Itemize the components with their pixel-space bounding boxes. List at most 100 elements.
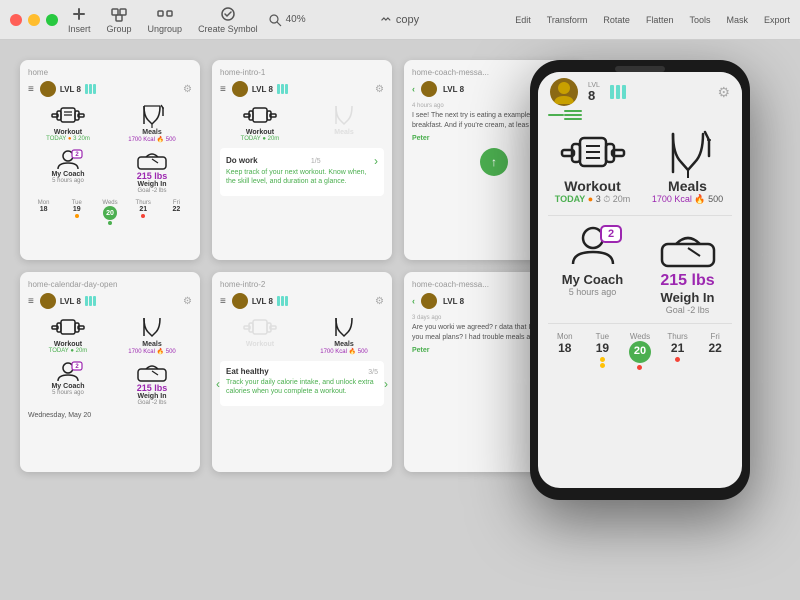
workout-icon-4 (28, 313, 108, 341)
cal-mon: Mon 18 (28, 200, 59, 225)
zoom-button[interactable] (46, 14, 58, 26)
prev-arrow[interactable]: ‹ (216, 377, 220, 391)
lvl-4: LVL 8 (60, 297, 81, 306)
workout-item: Workout TODAY ● 3 20m (28, 101, 108, 143)
calendar-row: Mon 18 Tue 19 Weds 20 Thurs 21 (28, 200, 192, 225)
coach-item: 2 My Coach 5 hours ago (28, 149, 108, 194)
coach-icon-4: 2 (28, 361, 108, 383)
workout-label-2: Workout (220, 129, 300, 136)
workout-label: Workout (28, 129, 108, 136)
workout-item-5: Workout (220, 313, 300, 355)
avatar-4 (40, 293, 56, 309)
xp-bars (85, 84, 96, 94)
card-calendar-label: home-calendar-day-open (28, 280, 192, 289)
task-progress: 1/5 (311, 158, 321, 165)
weighin-weight: 215 lbs (112, 171, 192, 181)
coach-label-4: My Coach (28, 383, 108, 390)
avatar-2 (232, 81, 248, 97)
phone-coach-label: My Coach (548, 272, 637, 287)
gear-icon-2[interactable]: ⚙ (375, 84, 384, 95)
phone-workout-meals-row: Workout TODAY ● 3 ⏱ 20m (538, 122, 742, 211)
meals-label-4: Meals (112, 341, 192, 348)
traffic-lights (10, 14, 58, 26)
phone-weighin-sub: Goal -2 lbs (643, 305, 732, 315)
meals-item: Meals 1700 Kcal 🔥 500 (112, 101, 192, 143)
phone-gear-icon[interactable]: ⚙ (717, 84, 730, 101)
gear-icon[interactable]: ⚙ (183, 84, 192, 95)
workout-item-2: Workout TODAY ● 20m (220, 101, 300, 142)
menu-icon: ≡ (28, 84, 34, 95)
xp-bars-5 (277, 296, 288, 306)
workout-label-5: Workout (220, 341, 300, 348)
phone-coach-weighin-row: 2 My Coach 5 hours ago 215 lbs (538, 220, 742, 319)
weighin-label: Weigh In (112, 181, 192, 188)
workout-icon-5 (220, 313, 300, 341)
xp-bars-4 (85, 296, 96, 306)
group-tool[interactable]: Group (107, 5, 132, 34)
meals-sub: 1700 Kcal 🔥 500 (112, 136, 192, 143)
phone-workout-icon (548, 128, 637, 178)
insert-tool[interactable]: Insert (68, 5, 91, 34)
phone-weighin-label: Weigh In (643, 290, 732, 305)
avatar-5 (232, 293, 248, 309)
phone-status-bar: LVL 8 ⚙ (538, 72, 742, 108)
cw-row-4: 2 My Coach 5 hours ago 215 lbs Weigh In … (28, 361, 192, 406)
card-home-intro-1: home-intro-1 ≡ LVL 8 ⚙ Workout TODAY ● 2… (212, 60, 392, 260)
task-progress-2: 3/5 (368, 369, 378, 376)
gear-icon-5[interactable]: ⚙ (375, 296, 384, 307)
meals-sub-4: 1700 Kcal 🔥 500 (112, 348, 192, 355)
phone-mockup: LVL 8 ⚙ (530, 60, 750, 500)
menu-icon-5: ≡ (220, 296, 226, 307)
workout-item-4: Workout TODAY ● 20m (28, 313, 108, 355)
phone-workout-label: Workout (548, 178, 637, 194)
minimize-button[interactable] (28, 14, 40, 26)
app-header-4: ≡ LVL 8 ⚙ (28, 293, 192, 309)
meals-icon (112, 101, 192, 129)
phone-coach-sub: 5 hours ago (548, 287, 637, 297)
task-arrow[interactable]: › (374, 154, 378, 168)
meals-item-2: Meals (304, 101, 384, 142)
phone-divider-2 (548, 323, 732, 324)
weighin-weight-4: 215 lbs (112, 383, 192, 393)
coach-weigh-row: 2 My Coach 5 hours ago 215 lbs Weigh In … (28, 149, 192, 194)
task-title: Do work (226, 156, 258, 165)
coach-icon: 2 (28, 149, 108, 171)
next-arrow[interactable]: › (384, 377, 388, 391)
workout-icon-2 (220, 101, 300, 129)
task-desc-2: Track your daily calorie intake, and unl… (226, 378, 378, 396)
meals-label-2: Meals (304, 129, 384, 136)
card-home-calendar: home-calendar-day-open ≡ LVL 8 ⚙ Workout… (20, 272, 200, 472)
avatar-6 (421, 293, 437, 309)
phone-cal-fri: Fri 22 (698, 332, 732, 370)
ungroup-tool[interactable]: Ungroup (148, 5, 183, 34)
phone-weighin-weight: 215 lbs (643, 272, 732, 290)
phone-workout-sub: TODAY ● 3 ⏱ 20m (548, 194, 637, 205)
weighin-sub-4: Goal -2 lbs (112, 400, 192, 406)
weighin-sub: Goal -2 lbs (112, 188, 192, 194)
weighin-item-4: 215 lbs Weigh In Goal -2 lbs (112, 361, 192, 406)
wm-row-5: Workout Meals 1700 Kcal 🔥 500 (220, 313, 384, 355)
calendar-date-label: Wednesday, May 20 (28, 412, 192, 419)
cal-tue: Tue 19 (61, 200, 92, 225)
share-button[interactable]: ↑ (480, 148, 508, 176)
meals-label-5: Meals (304, 341, 384, 348)
workout-icon (28, 101, 108, 129)
back-button-2[interactable]: ‹ (412, 296, 415, 306)
wm-row-4: Workout TODAY ● 20m Meals 1700 Kcal 🔥 50… (28, 313, 192, 355)
card-home: home ≡ LVL 8 ⚙ Workout TODAY ● 3 20m (20, 60, 200, 260)
phone-xp-bars (610, 85, 626, 99)
card-intro2-label: home-intro-2 (220, 280, 384, 289)
gear-icon-4[interactable]: ⚙ (183, 296, 192, 307)
close-button[interactable] (10, 14, 22, 26)
phone-meals-icon (643, 128, 732, 178)
create-symbol-tool[interactable]: Create Symbol (198, 5, 258, 34)
workout-meals-row-2: Workout TODAY ● 20m Meals (220, 101, 384, 142)
workout-sub: TODAY ● 3 20m (28, 136, 108, 142)
workout-meals-row: Workout TODAY ● 3 20m Meals 1700 Kcal 🔥 … (28, 101, 192, 143)
back-button[interactable]: ‹ (412, 84, 415, 94)
phone-divider-1 (548, 215, 732, 216)
phone-cal-tue: Tue 19 (586, 332, 620, 370)
meals-item-5: Meals 1700 Kcal 🔥 500 (304, 313, 384, 355)
avatar (40, 81, 56, 97)
phone-meals-label: Meals (643, 178, 732, 194)
